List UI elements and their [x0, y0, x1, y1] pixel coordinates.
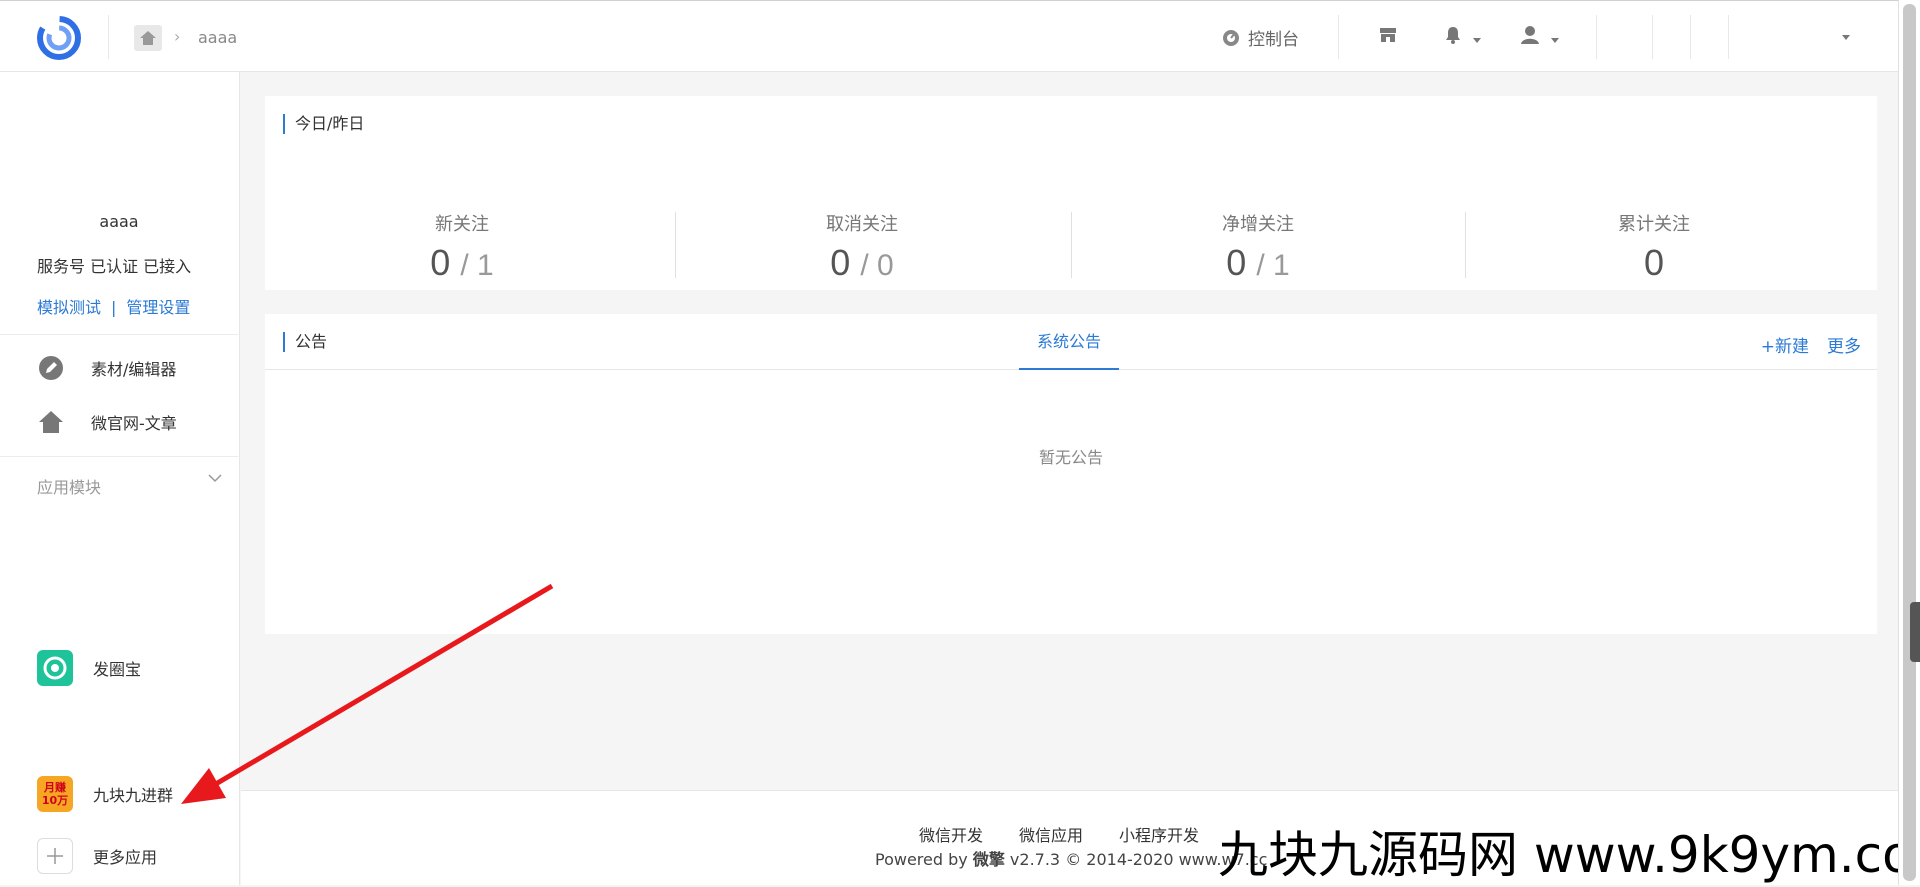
more-link[interactable]: 更多: [1827, 337, 1861, 357]
sidebar-item-label: 素材/编辑器: [91, 360, 177, 379]
stat-label: 累计关注: [1618, 214, 1690, 235]
footer-link[interactable]: 小程序开发: [1119, 826, 1199, 845]
stat-new-follow: 新关注 0 / 1: [265, 210, 659, 284]
divider: [1652, 15, 1653, 59]
camera-app-icon: [37, 650, 73, 686]
card-title: 今日/昨日: [283, 114, 364, 134]
divider: [1596, 15, 1597, 59]
chevron-down-icon: [1551, 38, 1560, 43]
stat-value: 0 / 1: [430, 242, 494, 283]
logo-icon[interactable]: [34, 13, 84, 63]
chevron-down-icon: [1473, 38, 1482, 43]
footer-link[interactable]: 微信应用: [1019, 826, 1083, 845]
tab-system-announcement[interactable]: 系统公告: [1019, 314, 1119, 370]
console-link[interactable]: 控制台: [1222, 25, 1299, 50]
breadcrumb-separator-icon: ›: [174, 27, 181, 46]
empty-state-text: 暂无公告: [1038, 448, 1103, 467]
home-button[interactable]: [134, 25, 162, 51]
stat-unfollow: 取消关注 0 / 0: [665, 210, 1059, 284]
top-bar: › aaaa 控制台: [0, 0, 1898, 72]
divider: [1338, 15, 1339, 59]
watermark: 九块九源码网 www.9k9ym.com: [1218, 826, 1920, 884]
user-menu-button[interactable]: [1520, 25, 1560, 49]
account-type: 服务号 已认证 已接入: [37, 257, 192, 276]
store-button[interactable]: [1378, 25, 1398, 49]
bell-icon: [1446, 27, 1460, 44]
announcement-actions: +新建 更多: [1743, 332, 1861, 357]
breadcrumb[interactable]: aaaa: [198, 28, 237, 47]
scrollbar[interactable]: [1898, 0, 1920, 885]
store-icon: [1380, 28, 1396, 42]
app-label: 更多应用: [93, 848, 158, 867]
dashboard-icon: [1223, 29, 1239, 46]
stat-label: 净增关注: [1222, 214, 1294, 235]
main-content: 今日/昨日 新关注 0 / 1 取消关注 0 / 0 净增关注 0 / 1 累计…: [181, 72, 1898, 885]
more-apps-item[interactable]: 更多应用: [37, 838, 157, 874]
divider: [1728, 15, 1729, 59]
promo-app-icon: 月赚 10万: [37, 776, 73, 812]
stat-value: 0: [1643, 242, 1665, 283]
pencil-icon: [37, 354, 65, 382]
home-icon: [140, 31, 156, 45]
chevron-down-icon[interactable]: [208, 473, 222, 483]
new-announcement-link[interactable]: +新建: [1761, 337, 1809, 357]
sidebar-item-microsite[interactable]: 微官网-文章: [37, 408, 177, 436]
powered-by: Powered by 微擎 v2.7.3 © 2014-2020 www.w7.…: [875, 850, 1268, 869]
simulate-test-link[interactable]: 模拟测试: [37, 298, 101, 317]
stat-label: 新关注: [435, 214, 489, 235]
app-item-faquanbao[interactable]: 发圈宝: [37, 650, 141, 686]
notifications-button[interactable]: [1444, 25, 1482, 49]
annotation-arrow-icon: [181, 583, 554, 804]
home-icon: [37, 408, 65, 436]
plus-icon: [37, 838, 73, 874]
stat-value: 0 / 1: [1226, 242, 1290, 283]
account-links: 模拟测试 | 管理设置: [37, 294, 190, 318]
divider: [0, 334, 238, 335]
manage-settings-link[interactable]: 管理设置: [126, 298, 190, 317]
scrollbar-thumb[interactable]: [1903, 4, 1916, 881]
card-title: 公告: [283, 332, 327, 352]
app-label: 发圈宝: [93, 660, 142, 679]
stat-label: 取消关注: [826, 214, 898, 235]
side-panel-handle[interactable]: [1910, 602, 1920, 662]
stat-total-follow: 累计关注 0: [1457, 210, 1851, 284]
app-item-jiukuaijiu[interactable]: 月赚 10万 九块九进群: [37, 776, 173, 812]
user-icon: [1521, 26, 1539, 44]
stat-net-follow: 净增关注 0 / 1: [1061, 210, 1455, 284]
stats-card: 今日/昨日 新关注 0 / 1 取消关注 0 / 0 净增关注 0 / 1 累计…: [265, 96, 1877, 290]
divider: [0, 456, 238, 457]
sidebar-item-materials[interactable]: 素材/编辑器: [37, 354, 176, 382]
sidebar-item-label: 微官网-文章: [91, 414, 177, 433]
app-label: 九块九进群: [93, 786, 174, 805]
stat-value: 0 / 0: [830, 242, 894, 283]
dropdown-caret-icon[interactable]: [1842, 35, 1850, 40]
console-label: 控制台: [1248, 30, 1299, 50]
divider: [108, 15, 109, 59]
footer-link[interactable]: 微信开发: [919, 826, 983, 845]
link-separator: |: [111, 298, 117, 317]
divider: [1690, 15, 1691, 59]
section-title-apps: 应用模块: [37, 478, 102, 497]
account-name: aaaa: [99, 212, 139, 231]
footer-links: 微信开发 微信应用 小程序开发: [919, 822, 1235, 846]
